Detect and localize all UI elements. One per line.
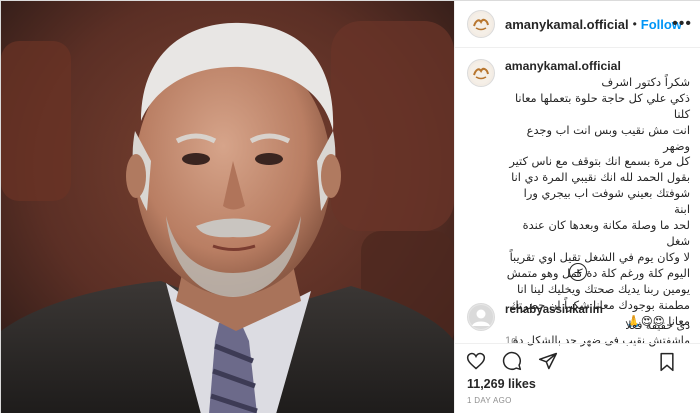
post-sidebar: amanykamal.official • Follow ••• amanyka… (454, 1, 700, 413)
logo-icon (470, 13, 492, 35)
portrait-image (1, 1, 454, 413)
avatar[interactable] (467, 303, 495, 331)
user-placeholder-icon (469, 305, 493, 329)
heart-icon[interactable] (465, 350, 487, 372)
action-bar (455, 343, 700, 377)
caption-text: شكراً دكتور اشرف ذكي علي كل حاجة حلوة بت… (506, 74, 690, 328)
avatar[interactable] (467, 10, 495, 38)
separator-dot: • (632, 17, 637, 31)
likes-count[interactable]: 11,269 likes (467, 377, 536, 391)
plus-circle-icon[interactable]: + (569, 263, 587, 281)
bookmark-icon[interactable] (656, 351, 678, 373)
username-link[interactable]: amanykamal.official (505, 17, 629, 32)
avatar[interactable] (467, 59, 495, 87)
post-date: 1 DAY AGO (467, 396, 512, 405)
logo-icon (470, 62, 492, 84)
more-options-icon[interactable]: ••• (672, 15, 692, 33)
post-photo[interactable] (1, 1, 454, 413)
post-dialog: amanykamal.official • Follow ••• amanyka… (0, 0, 700, 413)
caption-username[interactable]: amanykamal.official (505, 59, 690, 75)
share-icon[interactable] (537, 350, 559, 372)
comment-username[interactable]: rehabyassinkarim (505, 303, 690, 318)
comment-item: rehabyassinkarim دى حقيقة فعلا ماشفتش نق… (467, 303, 692, 348)
comment-icon[interactable] (501, 350, 523, 372)
post-header: amanykamal.official • Follow ••• (455, 1, 700, 48)
